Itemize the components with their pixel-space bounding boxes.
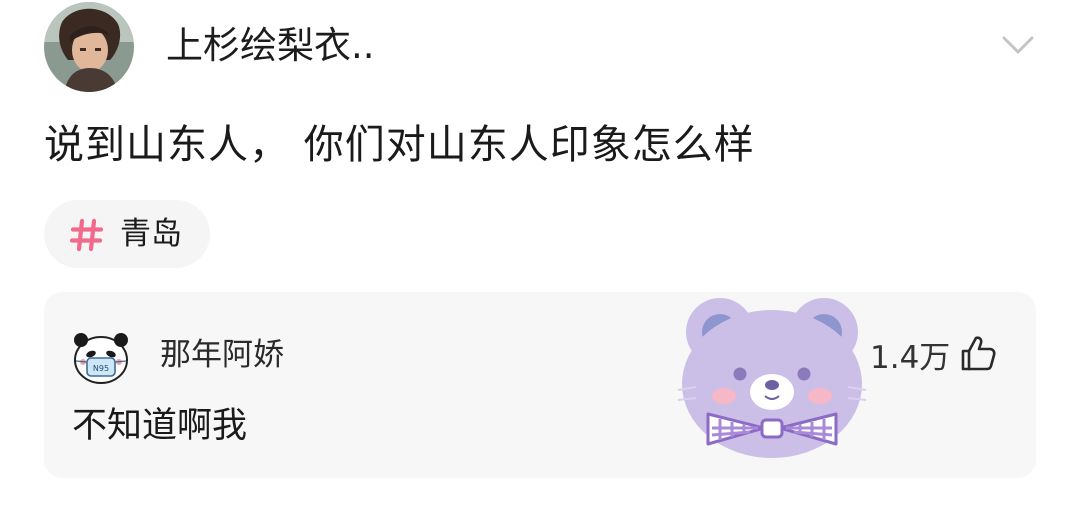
purple-bear-sticker-icon bbox=[677, 298, 867, 458]
commenter-avatar[interactable]: N95 bbox=[72, 328, 130, 386]
mask-label: N95 bbox=[93, 364, 109, 373]
thumb-up-icon bbox=[961, 336, 996, 371]
top-comment-card[interactable]: N95 那年阿娇 不知道啊我 1.4万 bbox=[44, 292, 1036, 478]
hashtag-icon bbox=[70, 218, 104, 252]
author-avatar[interactable] bbox=[44, 2, 134, 92]
author-username[interactable]: 上杉绘梨衣.. bbox=[166, 20, 375, 72]
topic-tag-label: 青岛 bbox=[120, 216, 182, 252]
commenter-username[interactable]: 那年阿娇 bbox=[160, 334, 284, 376]
user-avatar-icon bbox=[44, 2, 134, 92]
comment-text: 不知道啊我 bbox=[72, 406, 248, 446]
like-count: 1.4万 bbox=[870, 340, 951, 376]
post-text: 说到山东人， 你们对山东人印象怎么样 bbox=[44, 122, 755, 168]
chevron-down-icon bbox=[1002, 36, 1034, 54]
topic-tag[interactable]: 青岛 bbox=[44, 200, 210, 268]
more-options-button[interactable] bbox=[996, 28, 1040, 62]
panda-mask-avatar-icon: N95 bbox=[74, 333, 128, 384]
like-button[interactable] bbox=[958, 334, 998, 374]
